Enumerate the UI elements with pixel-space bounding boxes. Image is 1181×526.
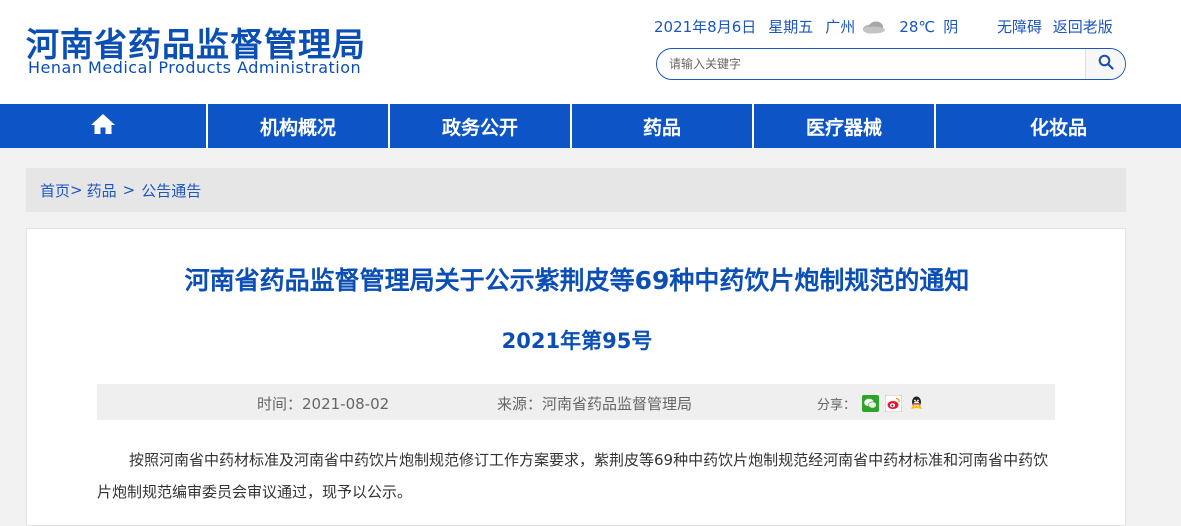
breadcrumb-announcements[interactable]: 公告通告 [141, 180, 201, 201]
qq-icon[interactable] [908, 395, 925, 412]
breadcrumb-separator: > [70, 181, 83, 199]
site-header: 河南省药品监督管理局 Henan Medical Products Admini… [0, 0, 1181, 104]
old-version-link[interactable]: 返回老版 [1053, 18, 1113, 36]
search-button[interactable] [1085, 49, 1125, 79]
wechat-icon[interactable] [862, 395, 880, 412]
weather-text: 阴 [943, 18, 959, 36]
breadcrumb-drugs[interactable]: 药品 [87, 180, 117, 201]
date-text: 2021年8月6日 [654, 18, 757, 36]
article-meta-bar: 时间：2021-08-02 来源：河南省药品监督管理局 分享： [97, 384, 1055, 420]
date-weather-bar: 2021年8月6日 星期五 广州 28℃ 阴 [654, 16, 970, 37]
nav-item-medical-devices[interactable]: 医疗器械 [754, 104, 936, 148]
share-bar: 分享： [817, 394, 925, 413]
search-icon [1098, 54, 1114, 74]
cloud-icon [861, 20, 887, 34]
article-body: 按照河南省中药材标准及河南省中药饮片炮制规范修订工作方案要求，紫荆皮等69种中药… [97, 451, 1049, 501]
nav-item-cosmetics[interactable]: 化妆品 [936, 104, 1181, 148]
breadcrumb: 首页 > 药品 > 公告通告 [26, 168, 1126, 212]
city-text: 广州 [825, 18, 856, 36]
search-input[interactable] [669, 49, 1079, 79]
search-box [656, 48, 1126, 80]
main-nav: 机构概况 政务公开 药品 医疗器械 化妆品 [0, 104, 1181, 148]
breadcrumb-separator: > [122, 181, 136, 199]
weibo-icon[interactable] [884, 394, 903, 413]
article-number: 2021年第95号 [501, 329, 653, 353]
breadcrumb-home[interactable]: 首页 [40, 180, 70, 201]
share-label: 分享： [817, 398, 857, 413]
weekday-text: 星期五 [768, 18, 814, 36]
temperature-text: 28℃ [899, 17, 936, 36]
article-panel: 河南省药品监督管理局关于公示紫荆皮等69种中药饮片炮制规范的通知 2021年第9… [26, 228, 1126, 526]
top-links: 无障碍 返回老版 [997, 16, 1119, 37]
nav-item-drugs[interactable]: 药品 [572, 104, 754, 148]
nav-item-organization[interactable]: 机构概况 [208, 104, 390, 148]
publish-time: 时间：2021-08-02 [257, 395, 390, 413]
nav-home[interactable] [0, 104, 208, 148]
article-title: 河南省药品监督管理局关于公示紫荆皮等69种中药饮片炮制规范的通知 [184, 266, 970, 295]
accessibility-link[interactable]: 无障碍 [997, 18, 1042, 36]
nav-item-government-affairs[interactable]: 政务公开 [390, 104, 572, 148]
site-logo-subtitle[interactable]: Henan Medical Products Administration [28, 58, 361, 77]
home-icon [90, 112, 116, 141]
article-source: 来源：河南省药品监督管理局 [497, 395, 693, 413]
